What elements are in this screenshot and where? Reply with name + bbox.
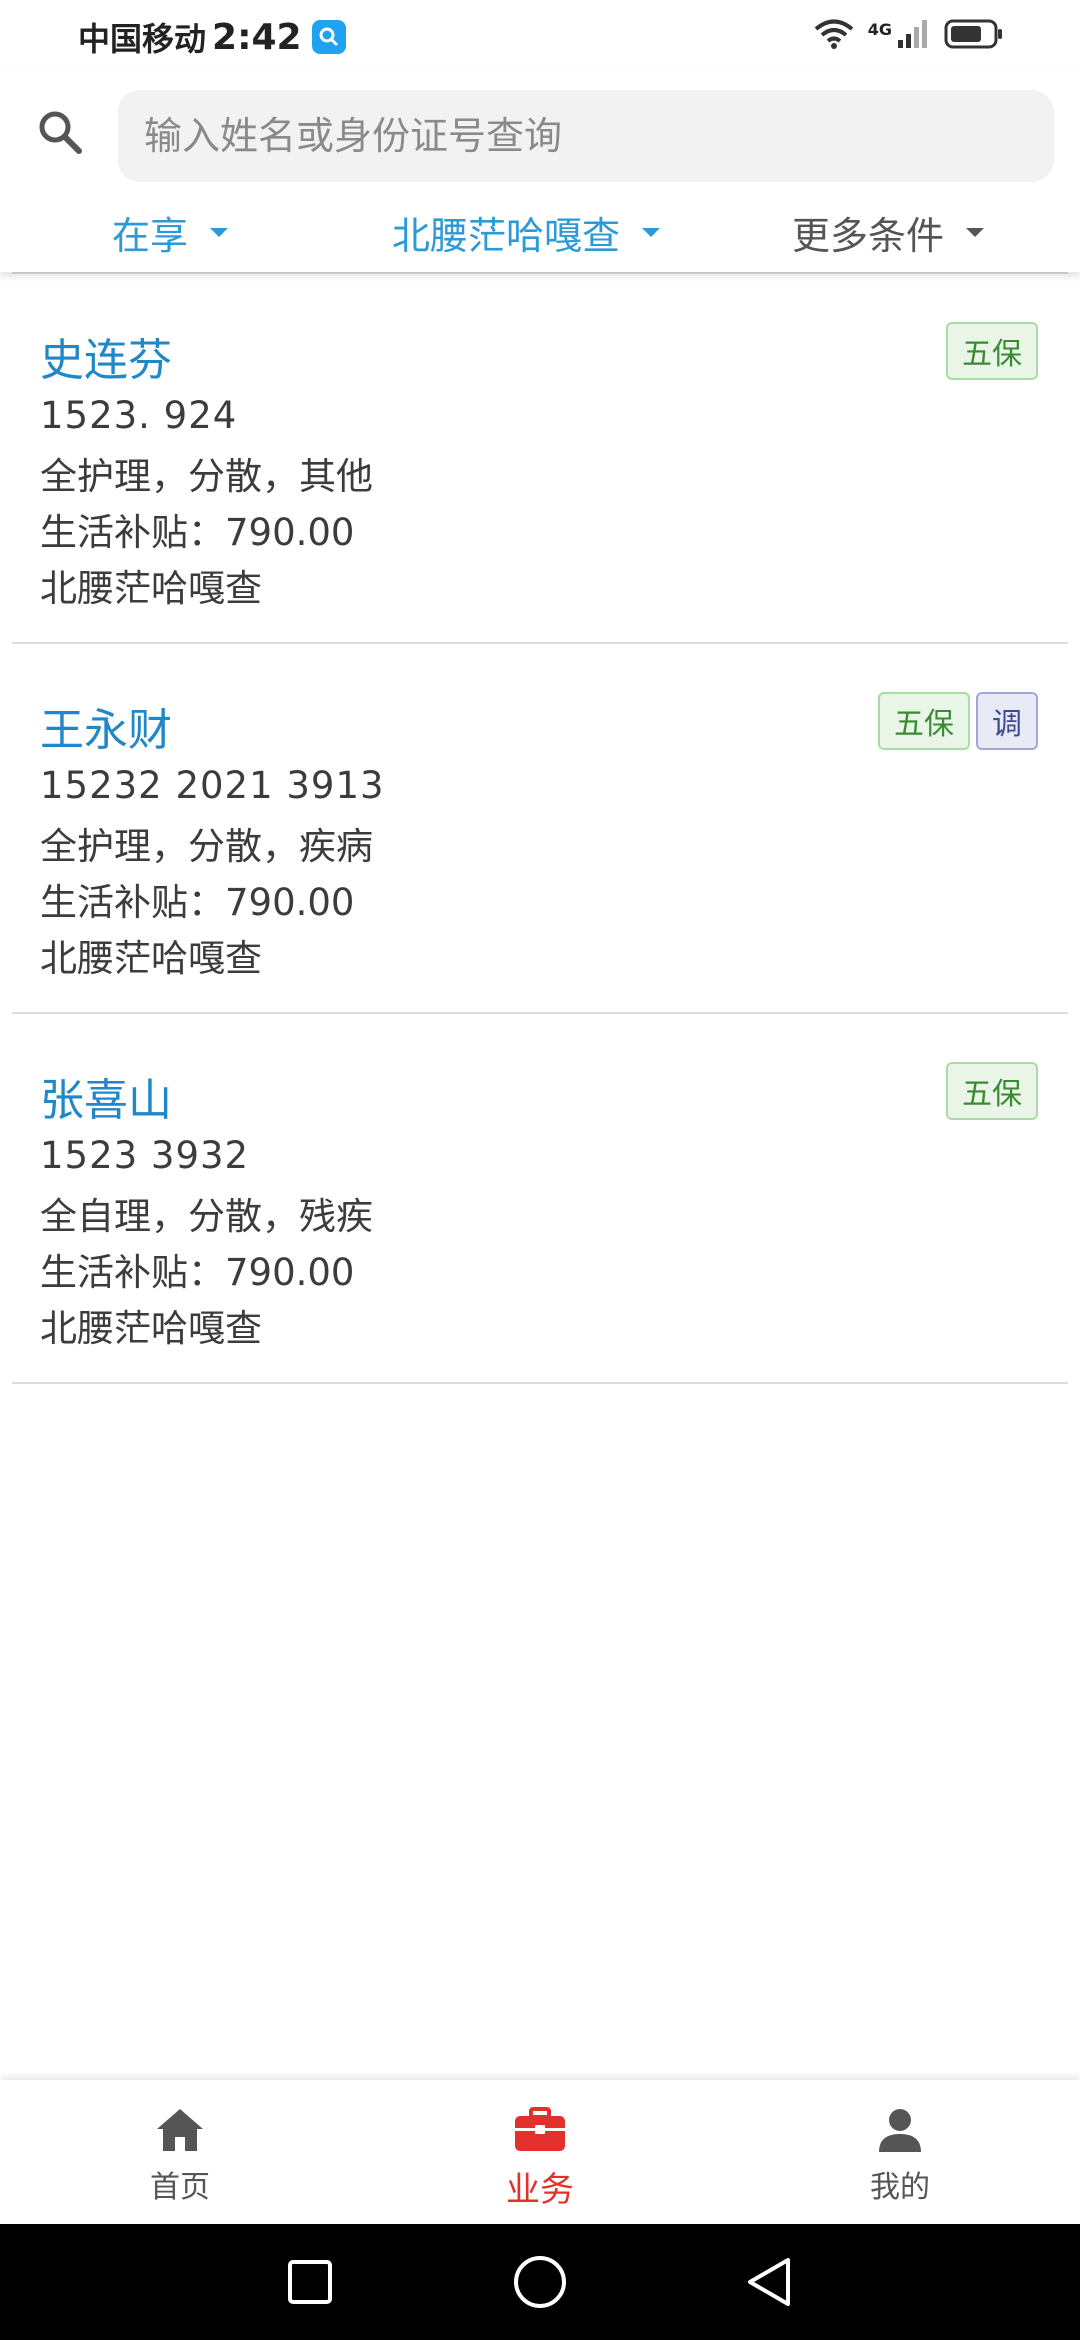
clock: 2:42	[212, 16, 302, 58]
home-button-icon[interactable]	[510, 2252, 570, 2312]
id-number: 15232 2021 3913	[40, 764, 385, 807]
tab-home[interactable]: 首页	[80, 2080, 280, 2224]
tag-group: 五保 调	[878, 692, 1038, 750]
bottom-tab-bar: 首页 业务 我的	[0, 2080, 1080, 2224]
search-input[interactable]	[118, 90, 1054, 182]
id-number: 1523 3932	[40, 1134, 250, 1177]
filter-region-dropdown[interactable]: 北腰茫哈嘎查	[392, 196, 661, 268]
search-icon[interactable]	[30, 102, 90, 162]
recent-apps-icon[interactable]	[280, 2252, 340, 2312]
person-icon	[872, 2102, 928, 2158]
filter-more-dropdown[interactable]: 更多条件	[792, 196, 985, 268]
village-name: 北腰茫哈嘎查	[40, 567, 262, 610]
tag-group: 五保	[946, 1062, 1038, 1120]
filter-status-label: 在享	[112, 213, 189, 258]
status-left: 中国移动 2:42	[78, 14, 346, 60]
record-card[interactable]: 王永财 五保 调 15232 2021 3913 全护理，分散，疾病 生活补贴：…	[12, 644, 1068, 1014]
caret-down-icon	[966, 227, 985, 237]
back-icon[interactable]	[740, 2252, 800, 2312]
filter-bar: 在享 北腰茫哈嘎查 更多条件	[0, 196, 1080, 268]
id-number: 1523. 924	[40, 394, 238, 437]
tag-group: 五保	[946, 322, 1038, 380]
tag-wubao: 五保	[946, 322, 1038, 380]
village-name: 北腰茫哈嘎查	[40, 937, 262, 980]
tag-wubao: 五保	[878, 692, 970, 750]
carrier-label: 中国移动	[78, 20, 207, 58]
subsidy-amount: 生活补贴：790.00	[40, 881, 355, 924]
care-info: 全护理，分散，其他	[40, 455, 373, 498]
system-nav-bar	[0, 2224, 1080, 2340]
signal-icon	[896, 18, 930, 54]
care-info: 全护理，分散，疾病	[40, 825, 373, 868]
record-card[interactable]: 张喜山 五保 1523 3932 全自理，分散，残疾 生活补贴：790.00 北…	[12, 1014, 1068, 1384]
care-info: 全自理，分散，残疾	[40, 1195, 373, 1238]
person-name: 张喜山	[40, 1075, 172, 1126]
home-icon	[152, 2102, 208, 2158]
network-type: 4G	[867, 19, 892, 39]
caret-down-icon	[210, 227, 229, 237]
tag-wubao: 五保	[946, 1062, 1038, 1120]
tab-home-label: 首页	[150, 2170, 210, 2205]
tab-mine-label: 我的	[870, 2170, 930, 2205]
filter-region-label: 北腰茫哈嘎查	[392, 213, 621, 258]
filter-more-label: 更多条件	[792, 213, 945, 258]
tab-business[interactable]: 业务	[440, 2080, 640, 2224]
record-card[interactable]: 史连芬 五保 1523. 924 全护理，分散，其他 生活补贴：790.00 北…	[12, 274, 1068, 644]
search-header: 在享 北腰茫哈嘎查 更多条件	[0, 72, 1080, 272]
status-right: 4G	[814, 16, 1004, 56]
subsidy-amount: 生活补贴：790.00	[40, 1251, 355, 1294]
person-name: 王永财	[40, 705, 172, 756]
village-name: 北腰茫哈嘎查	[40, 1307, 262, 1350]
app-notification-icon	[311, 20, 346, 54]
tab-business-label: 业务	[506, 2170, 574, 2210]
battery-icon	[944, 18, 1004, 54]
tab-mine[interactable]: 我的	[800, 2080, 1000, 2224]
subsidy-amount: 生活补贴：790.00	[40, 511, 355, 554]
tag-tiao: 调	[976, 692, 1038, 750]
status-bar: 中国移动 2:42 4G	[0, 0, 1080, 72]
wifi-icon	[814, 18, 854, 54]
filter-status-dropdown[interactable]: 在享	[112, 196, 229, 268]
briefcase-icon	[512, 2102, 568, 2158]
caret-down-icon	[642, 227, 661, 237]
person-name: 史连芬	[40, 335, 172, 386]
